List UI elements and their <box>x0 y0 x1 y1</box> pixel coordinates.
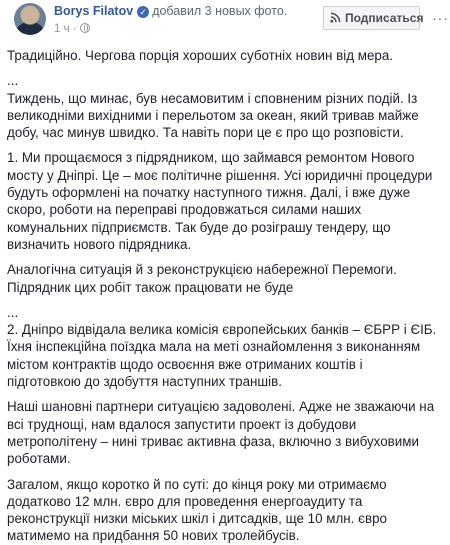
author-avatar[interactable] <box>14 3 46 35</box>
follow-button[interactable]: Подписаться <box>323 6 424 30</box>
post-paragraph: Тиждень, що минає, був несамовитим і спо… <box>7 90 419 141</box>
facebook-post: Borys Filatov ✓ добавил 3 новых фото. 1 ч … <box>0 0 450 543</box>
post-time[interactable]: 1 ч <box>54 23 70 35</box>
author-name[interactable]: Borys Filatov <box>54 4 133 18</box>
post-paragraph: Традиційно. Чергова порція хороших субот… <box>7 48 394 63</box>
follow-button-label: Подписаться <box>345 11 424 25</box>
verified-badge-icon: ✓ <box>137 6 150 18</box>
post-text: Традиційно. Чергова порція хороших субот… <box>7 47 437 545</box>
meta-separator: · <box>72 23 80 35</box>
post-paragraph: ... <box>7 73 19 89</box>
post-paragraph: ... <box>7 304 19 320</box>
post-action-text: добавил 3 новых фото. <box>152 4 288 18</box>
post-meta: 1 ч · <box>54 23 90 35</box>
post-paragraph: Наші шановні партнери ситуацією задоволе… <box>7 399 435 467</box>
post-header: Borys Filatov ✓ добавил 3 новых фото. 1 ч … <box>7 0 448 47</box>
post-paragraph: Загалом, якщо коротко й по суті: до кінц… <box>7 476 387 544</box>
post-paragraph: Аналогічна ситуація й з реконструкцією н… <box>7 262 397 295</box>
post-paragraph: 2. Дніпро відвідала велика комісія європ… <box>7 322 437 390</box>
post-paragraph: 1. Ми прощаємося з підрядником, що займа… <box>7 150 433 252</box>
more-options-button[interactable]: ··· <box>432 11 449 25</box>
header-line: Borys Filatov ✓ добавил 3 новых фото. <box>54 4 287 18</box>
globe-icon <box>79 23 90 33</box>
rss-icon <box>330 12 341 23</box>
